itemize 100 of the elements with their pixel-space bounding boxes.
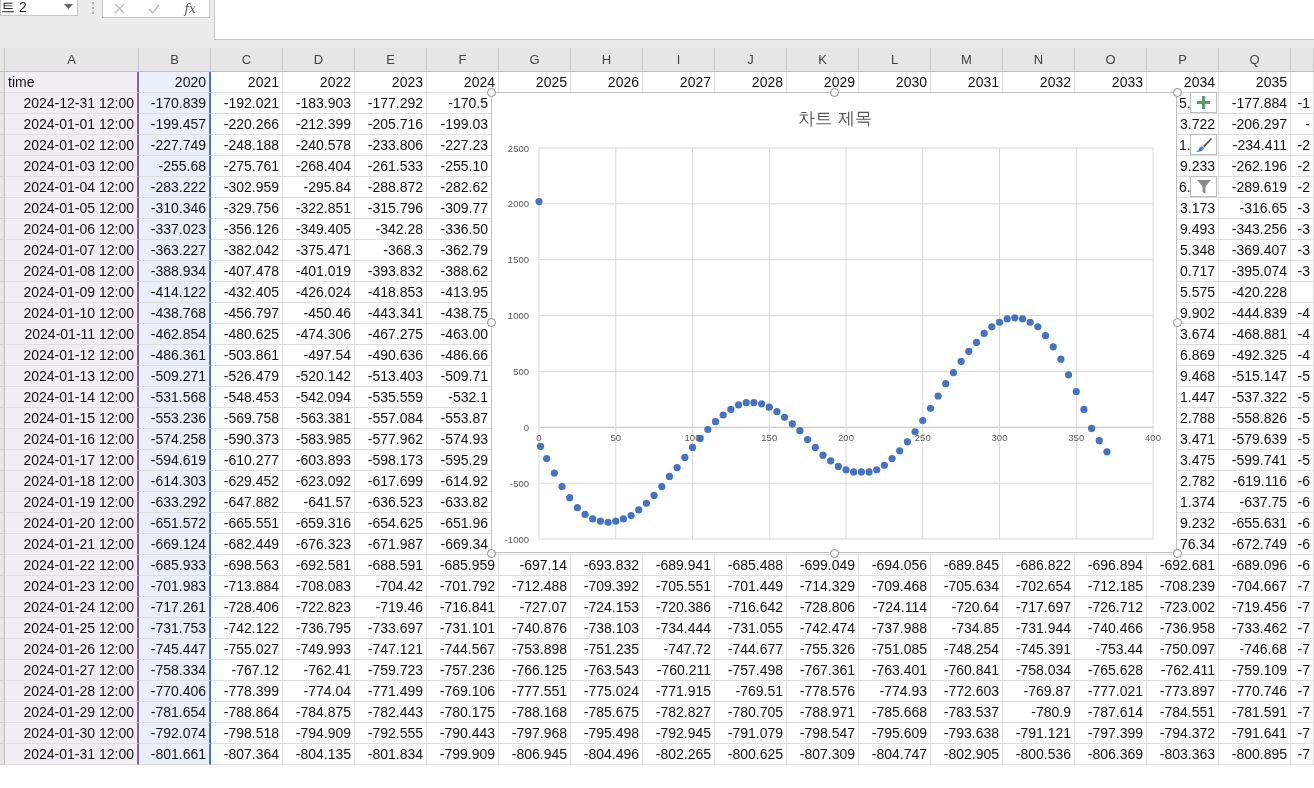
row-header[interactable] [0, 576, 5, 597]
column-header[interactable]: J [715, 48, 787, 71]
name-box[interactable]: 트 2 [0, 0, 78, 16]
row-header[interactable] [0, 513, 5, 534]
resize-handle[interactable] [1172, 318, 1182, 327]
row-header[interactable] [0, 345, 5, 366]
resize-handle[interactable] [1172, 87, 1182, 97]
table-cell: -388.934 [139, 261, 211, 282]
chart-styles-button[interactable] [1190, 134, 1217, 155]
row-header[interactable] [0, 114, 5, 135]
check-icon[interactable] [147, 3, 160, 14]
table-cell: -7 [1291, 618, 1314, 639]
table-cell: -610.277 [211, 450, 283, 471]
table-cell: -599.741 [1219, 450, 1291, 471]
table-cell: -183.903 [283, 93, 355, 114]
column-header[interactable]: B [139, 48, 211, 71]
table-cell: -777.021 [1075, 681, 1147, 702]
column-header[interactable]: P [1147, 48, 1219, 71]
tick-label: 2000 [507, 198, 529, 210]
row-header[interactable] [0, 660, 5, 681]
table-cell: -248.188 [211, 135, 283, 156]
table-cell: -737.988 [859, 618, 931, 639]
column-header[interactable]: H [571, 48, 643, 71]
row-header[interactable] [0, 744, 5, 765]
column-header[interactable]: Q [1219, 48, 1291, 71]
table-cell: -780.705 [715, 702, 787, 723]
table-cell: -765.628 [1075, 660, 1147, 681]
resize-handle[interactable] [829, 87, 839, 97]
row-header[interactable] [0, 555, 5, 576]
column-header[interactable]: K [787, 48, 859, 71]
row-header[interactable] [0, 324, 5, 345]
table-cell: 2024-01-31 12:00 [5, 744, 139, 765]
row-header[interactable] [0, 702, 5, 723]
row-header[interactable] [0, 387, 5, 408]
table-cell: -275.761 [211, 156, 283, 177]
table-cell: -709.468 [859, 576, 931, 597]
table-cell: -767.12 [211, 660, 283, 681]
row-header[interactable] [0, 492, 5, 513]
table-cell: -553.236 [139, 408, 211, 429]
column-header[interactable]: D [283, 48, 355, 71]
formula-bar[interactable] [214, 0, 1314, 40]
resize-handle[interactable] [486, 87, 496, 97]
row-header[interactable] [0, 450, 5, 471]
column-header[interactable]: M [931, 48, 1003, 71]
row-header[interactable] [0, 618, 5, 639]
column-header[interactable]: O [1075, 48, 1147, 71]
chart-elements-button[interactable] [1190, 92, 1217, 113]
table-cell: -672.749 [1219, 534, 1291, 555]
column-header[interactable]: I [643, 48, 715, 71]
column-header[interactable]: F [427, 48, 499, 71]
row-header[interactable] [0, 471, 5, 492]
column-header[interactable]: N [1003, 48, 1075, 71]
insert-function-button[interactable]: fx [182, 1, 198, 16]
column-header[interactable]: E [355, 48, 427, 71]
close-icon[interactable] [114, 3, 126, 14]
resize-handle[interactable] [486, 548, 496, 558]
resize-handle[interactable] [829, 548, 839, 558]
row-header[interactable] [0, 72, 5, 93]
table-cell: -719.46 [355, 597, 427, 618]
row-header[interactable] [0, 681, 5, 702]
table-cell: -807.364 [211, 744, 283, 765]
column-header[interactable]: C [211, 48, 283, 71]
resize-handle[interactable] [486, 318, 496, 327]
table-cell: -490.636 [355, 345, 427, 366]
table-cell: -797.968 [499, 723, 571, 744]
tick-label: 2500 [507, 142, 529, 154]
row-header[interactable] [0, 408, 5, 429]
row-header[interactable] [0, 534, 5, 555]
row-header[interactable] [0, 261, 5, 282]
resize-handle[interactable] [1172, 548, 1182, 558]
row-header[interactable] [0, 198, 5, 219]
table-cell: -342.28 [355, 219, 427, 240]
table-cell: -349.405 [283, 219, 355, 240]
row-header[interactable] [0, 93, 5, 114]
row-header[interactable] [0, 240, 5, 261]
table-cell: 2024-01-16 12:00 [5, 429, 139, 450]
chart-title[interactable]: 차트 제목 [798, 108, 872, 128]
row-header[interactable] [0, 135, 5, 156]
table-cell: -234.411 [1219, 135, 1291, 156]
table-cell: -450.46 [283, 303, 355, 324]
row-header[interactable] [0, 156, 5, 177]
caret-icon [64, 3, 73, 10]
table-cell: -780.175 [427, 702, 499, 723]
table-cell: 2024-01-01 12:00 [5, 114, 139, 135]
column-header[interactable]: A [5, 48, 139, 71]
row-header[interactable] [0, 366, 5, 387]
tick-label: 0 [536, 432, 542, 444]
row-header[interactable] [0, 303, 5, 324]
row-header[interactable] [0, 282, 5, 303]
column-header[interactable]: G [499, 48, 571, 71]
table-cell: -696.894 [1075, 555, 1147, 576]
row-header[interactable] [0, 597, 5, 618]
row-header[interactable] [0, 177, 5, 198]
chart-filters-button[interactable] [1190, 176, 1217, 197]
table-cell: 2020 [139, 72, 211, 93]
column-header[interactable]: L [859, 48, 931, 71]
row-header[interactable] [0, 219, 5, 240]
row-header[interactable] [0, 723, 5, 744]
row-header[interactable] [0, 429, 5, 450]
row-header[interactable] [0, 639, 5, 660]
